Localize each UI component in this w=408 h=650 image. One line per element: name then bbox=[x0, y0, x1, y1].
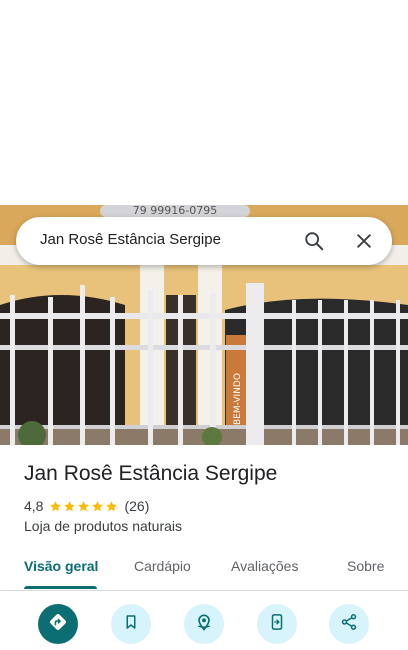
search-query-text[interactable]: Jan Rosê Estância Sergipe bbox=[40, 231, 221, 248]
share-button[interactable] bbox=[329, 604, 369, 644]
bookmark-icon bbox=[122, 613, 140, 636]
tab-menu[interactable]: Cardápio bbox=[134, 558, 191, 574]
photo-phone-text: 79 99916-0795 bbox=[133, 205, 217, 217]
search-icon[interactable] bbox=[300, 227, 328, 255]
tab-reviews[interactable]: Avaliações bbox=[231, 558, 298, 574]
star-icon bbox=[92, 500, 104, 511]
nearby-button[interactable] bbox=[184, 604, 224, 644]
tab-about[interactable]: Sobre bbox=[347, 558, 384, 574]
rating-value: 4,8 bbox=[24, 498, 44, 514]
action-bar bbox=[0, 594, 408, 650]
nearby-icon bbox=[194, 612, 214, 637]
close-icon[interactable] bbox=[350, 227, 378, 255]
tab-bar: Visão geral Cardápio Avaliações Sobre bbox=[0, 548, 408, 591]
place-title: Jan Rosê Estância Sergipe bbox=[24, 462, 278, 485]
place-category[interactable]: Loja de produtos naturais bbox=[24, 518, 182, 534]
map-blank-area bbox=[0, 0, 408, 205]
send-to-phone-button[interactable] bbox=[257, 604, 297, 644]
review-count[interactable]: (26) bbox=[124, 498, 149, 514]
send-to-phone-icon bbox=[268, 613, 286, 636]
rating-row[interactable]: 4,8 (26) bbox=[24, 498, 149, 514]
rating-stars bbox=[49, 500, 118, 513]
photo-sign-text: BEM-VINDO bbox=[233, 373, 243, 425]
tab-overview[interactable]: Visão geral bbox=[24, 558, 98, 574]
star-icon bbox=[78, 500, 90, 511]
star-icon bbox=[64, 500, 76, 511]
share-icon bbox=[340, 613, 358, 636]
directions-button[interactable] bbox=[38, 604, 78, 644]
search-bar[interactable]: Jan Rosê Estância Sergipe bbox=[16, 217, 392, 265]
star-icon bbox=[106, 500, 118, 511]
star-icon bbox=[50, 500, 62, 511]
save-button[interactable] bbox=[111, 604, 151, 644]
directions-icon bbox=[48, 612, 68, 637]
tab-active-indicator bbox=[24, 586, 97, 589]
